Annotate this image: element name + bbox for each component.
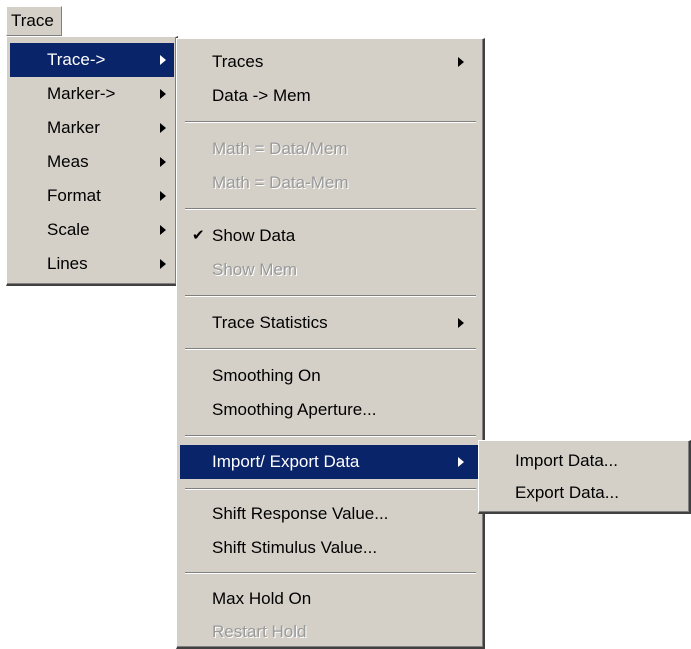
menu-item-label: Smoothing Aperture...: [212, 400, 377, 419]
menu-item-label: Show Data: [212, 226, 296, 245]
submenu-arrow-icon: [160, 157, 166, 167]
menu-item-marker-submenu[interactable]: Marker->: [10, 77, 174, 111]
menu-separator: [185, 348, 476, 350]
menu-item-label: Max Hold On: [212, 589, 312, 608]
submenu-arrow-icon: [160, 89, 166, 99]
menu-item-traces[interactable]: Traces: [180, 45, 480, 79]
menu-item-label: Shift Stimulus Value...: [212, 538, 378, 557]
submenu-arrow-icon: [458, 318, 464, 328]
trace-menu: Trace-> Marker-> Marker Meas Format Scal…: [6, 36, 178, 286]
menu-item-label: Shift Response Value...: [212, 504, 389, 523]
menu-item-scale[interactable]: Scale: [10, 213, 174, 247]
menu-item-label: Trace Statistics: [212, 313, 328, 332]
submenu-arrow-icon: [458, 457, 464, 467]
menu-item-import-export-data[interactable]: Import/ Export Data: [180, 445, 480, 479]
menu-item-data-to-mem[interactable]: Data -> Mem: [180, 79, 480, 113]
menu-item-math-data-div-mem: Math = Data/Mem: [180, 132, 480, 166]
menu-item-label: Import/ Export Data: [212, 452, 360, 471]
submenu-arrow-icon: [160, 191, 166, 201]
menu-separator: [185, 572, 476, 574]
submenu-arrow-icon: [458, 57, 464, 67]
menu-item-label: Trace->: [47, 50, 106, 69]
menu-item-show-mem: Show Mem: [180, 253, 480, 287]
menu-item-smoothing-aperture[interactable]: Smoothing Aperture...: [180, 393, 480, 427]
submenu-arrow-icon: [160, 123, 166, 133]
menu-item-lines[interactable]: Lines: [10, 247, 174, 281]
menu-item-max-hold-on[interactable]: Max Hold On: [180, 582, 480, 616]
menu-item-label: Show Mem: [212, 260, 298, 279]
menu-separator: [185, 208, 476, 210]
menu-separator: [185, 488, 476, 490]
menu-item-label: Export Data...: [515, 483, 619, 502]
menu-item-trace-statistics[interactable]: Trace Statistics: [180, 306, 480, 340]
menu-item-export-data[interactable]: Export Data...: [482, 476, 687, 510]
menu-item-import-data[interactable]: Import Data...: [482, 444, 687, 478]
menu-item-label: Smoothing On: [212, 366, 321, 385]
menu-item-restart-hold: Restart Hold: [180, 615, 480, 649]
submenu-arrow-icon: [160, 55, 166, 65]
menu-item-shift-stimulus-value[interactable]: Shift Stimulus Value...: [180, 531, 480, 565]
menu-separator: [185, 121, 476, 123]
submenu-arrow-icon: [160, 225, 166, 235]
menu-item-label: Import Data...: [515, 451, 618, 470]
menubar-trace[interactable]: Trace: [6, 6, 62, 36]
menu-item-label: Data -> Mem: [212, 86, 311, 105]
import-export-submenu: Import Data... Export Data...: [478, 440, 691, 514]
menu-item-meas[interactable]: Meas: [10, 145, 174, 179]
menu-item-show-data[interactable]: ✔ Show Data: [180, 219, 480, 253]
menubar-trace-label: Trace: [11, 11, 54, 30]
menu-item-label: Marker: [47, 118, 100, 137]
menu-item-math-data-minus-mem: Math = Data-Mem: [180, 166, 480, 200]
submenu-arrow-icon: [160, 259, 166, 269]
menu-item-label: Restart Hold: [212, 622, 307, 641]
menu-item-label: Format: [47, 186, 101, 205]
trace-submenu: Traces Data -> Mem Math = Data/Mem Math …: [176, 38, 485, 649]
menu-item-label: Traces: [212, 52, 264, 71]
menu-separator: [185, 435, 476, 437]
menu-item-label: Scale: [47, 220, 90, 239]
menu-separator: [185, 295, 476, 297]
menu-item-marker[interactable]: Marker: [10, 111, 174, 145]
menu-item-label: Meas: [47, 152, 89, 171]
menu-item-label: Math = Data-Mem: [212, 173, 349, 192]
menu-item-trace-submenu[interactable]: Trace->: [10, 43, 174, 77]
menu-item-shift-response-value[interactable]: Shift Response Value...: [180, 497, 480, 531]
menu-item-smoothing-on[interactable]: Smoothing On: [180, 359, 480, 393]
menu-item-label: Marker->: [47, 84, 116, 103]
menu-item-format[interactable]: Format: [10, 179, 174, 213]
menu-item-label: Lines: [47, 254, 88, 273]
menu-item-label: Math = Data/Mem: [212, 139, 348, 158]
checkmark-icon: ✔: [192, 227, 205, 244]
